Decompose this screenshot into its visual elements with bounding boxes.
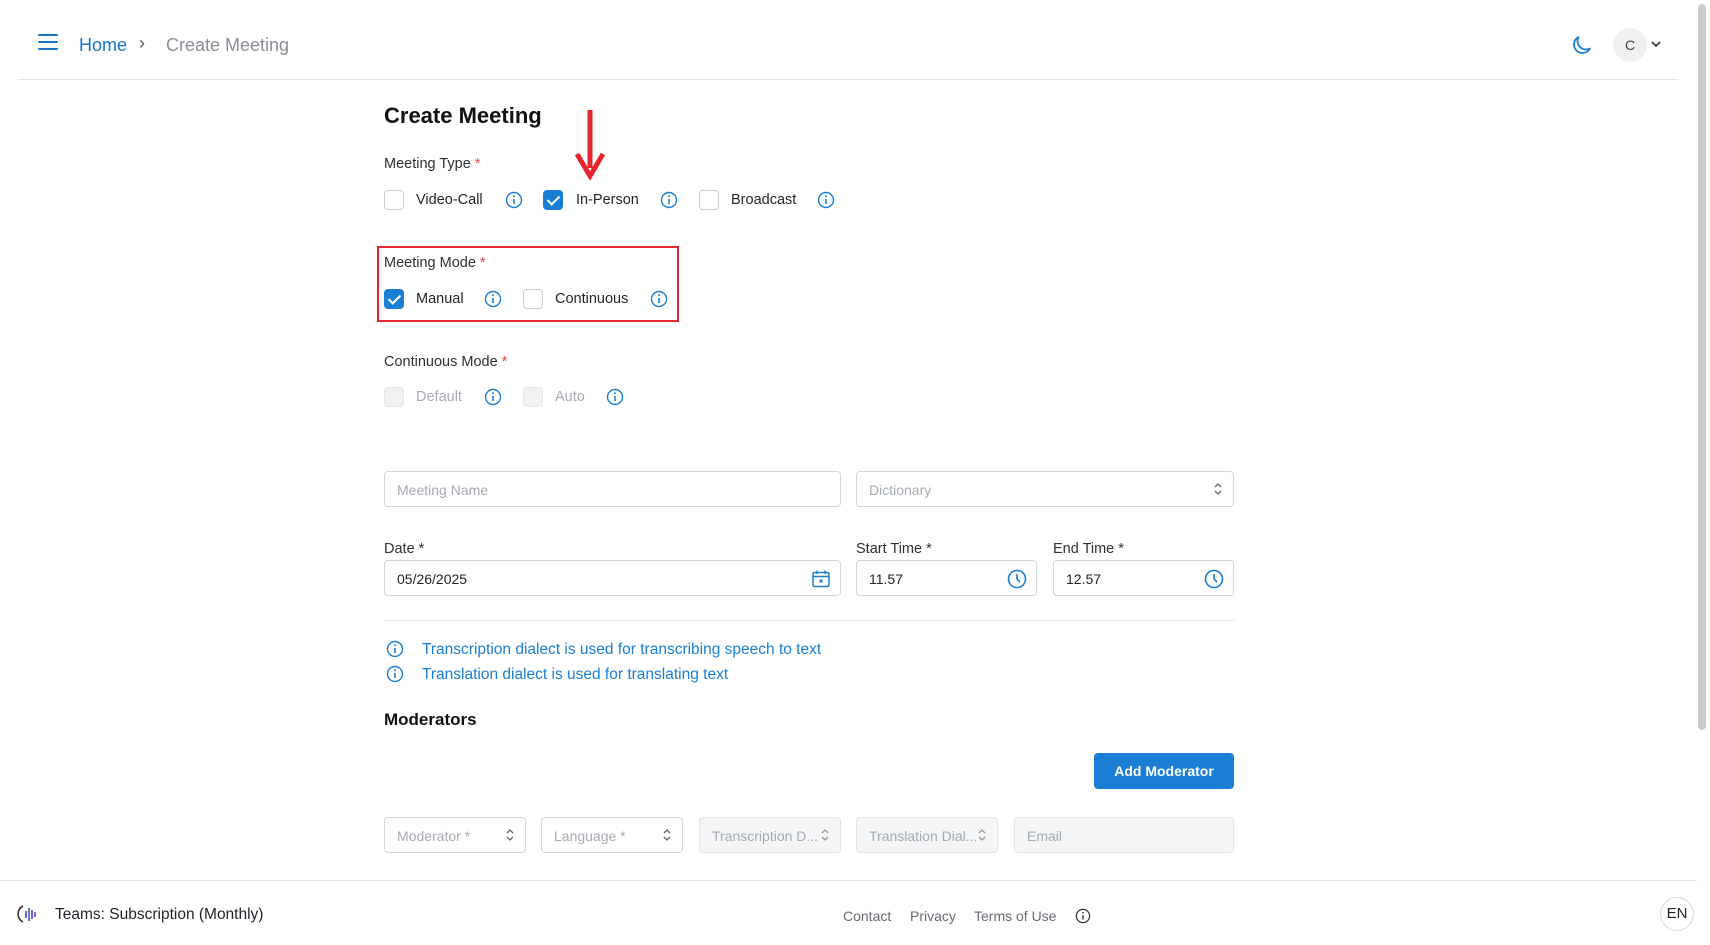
in-person-info-icon[interactable] [660,191,678,209]
meeting-name-input[interactable]: Meeting Name [384,471,841,507]
add-moderator-button[interactable]: Add Moderator [1094,753,1234,789]
avatar[interactable]: C [1613,28,1647,62]
info-icon [386,665,404,683]
clock-icon[interactable] [1006,568,1028,590]
calendar-icon[interactable] [810,568,832,590]
meeting-type-label: Meeting Type * [384,156,480,172]
date-value: 05/26/2025 [397,571,468,587]
dictionary-select[interactable]: Dictionary [856,471,1234,507]
manual-info-icon[interactable] [484,290,502,308]
moderator-select[interactable]: Moderator * [384,817,526,853]
info-icon[interactable] [1075,908,1091,924]
transcription-dialect-placeholder: Transcription D... [712,828,819,844]
updown-icon [1214,483,1222,495]
updown-icon [978,829,986,841]
broadcast-info-icon[interactable] [817,191,835,209]
moon-icon[interactable] [1570,33,1594,57]
continuous-info-icon[interactable] [650,290,668,308]
contact-link[interactable]: Contact [843,908,891,924]
video-call-checkbox[interactable] [384,190,404,210]
meeting-mode-label: Meeting Mode * [384,255,486,271]
translation-dialect-placeholder: Translation Dial... [869,828,978,844]
clock-icon[interactable] [1203,568,1225,590]
meeting-name-placeholder: Meeting Name [397,482,489,498]
broadcast-label: Broadcast [731,192,797,208]
default-label: Default [416,389,462,405]
translation-dialect-select: Translation Dial... [856,817,998,853]
date-input[interactable]: 05/26/2025 [384,560,841,596]
breadcrumb-home[interactable]: Home [79,35,127,56]
meeting-mode-label-text: Meeting Mode [384,255,476,271]
video-call-label: Video-Call [416,192,483,208]
language-select[interactable]: Language * [541,817,683,853]
in-person-checkbox[interactable] [543,190,563,210]
updown-icon [821,829,829,841]
required-mark: * [474,156,481,172]
menu-icon[interactable] [38,34,58,50]
annotation-arrow-icon [574,110,606,180]
auto-label: Auto [555,389,585,405]
logo-icon [17,905,36,923]
section-divider [384,620,1234,621]
language-placeholder: Language * [554,828,626,844]
email-input: Email [1014,817,1234,853]
broadcast-checkbox[interactable] [699,190,719,210]
end-time-label: End Time * [1053,541,1124,557]
dictionary-placeholder: Dictionary [869,482,932,498]
updown-icon [663,829,671,841]
date-label: Date * [384,541,425,557]
page-title: Create Meeting [384,103,542,128]
required-mark: * [479,255,486,271]
moderator-placeholder: Moderator * [397,828,471,844]
language-switcher[interactable]: EN [1660,897,1694,931]
footer: Teams: Subscription (Monthly) Contact Pr… [0,880,1697,945]
continuous-mode-label-text: Continuous Mode [384,354,498,370]
auto-info-icon[interactable] [606,388,624,406]
breadcrumb-current: Create Meeting [166,35,290,55]
top-bar: Home › Create Meeting C [18,0,1678,80]
info-icon [386,640,404,658]
default-info-icon[interactable] [484,388,502,406]
breadcrumb-separator: › [139,33,145,53]
start-time-label: Start Time * [856,541,932,557]
continuous-mode-label: Continuous Mode * [384,354,507,370]
start-time-input[interactable]: 11.57 [856,560,1037,596]
meeting-type-label-text: Meeting Type [384,156,471,172]
scrollbar-thumb[interactable] [1698,4,1706,730]
manual-checkbox[interactable] [384,289,404,309]
auto-checkbox [523,387,543,407]
in-person-label: In-Person [576,192,639,208]
translation-note: Translation dialect is used for translat… [422,666,729,683]
required-mark: * [501,354,508,370]
end-time-value: 12.57 [1066,571,1102,587]
transcription-note: Transcription dialect is used for transc… [422,641,822,658]
video-call-info-icon[interactable] [505,191,523,209]
continuous-label: Continuous [555,291,629,307]
privacy-link[interactable]: Privacy [910,908,956,924]
start-time-value: 11.57 [869,571,903,587]
continuous-checkbox[interactable] [523,289,543,309]
transcription-dialect-select: Transcription D... [699,817,841,853]
end-time-input[interactable]: 12.57 [1053,560,1234,596]
email-placeholder: Email [1027,828,1063,844]
moderators-title: Moderators [384,710,477,729]
subscription-plan: Teams: Subscription (Monthly) [55,906,264,923]
chevron-down-icon[interactable] [1650,38,1662,50]
default-checkbox [384,387,404,407]
terms-of-use-link[interactable]: Terms of Use [974,908,1056,924]
manual-label: Manual [416,291,464,307]
updown-icon [506,829,514,841]
